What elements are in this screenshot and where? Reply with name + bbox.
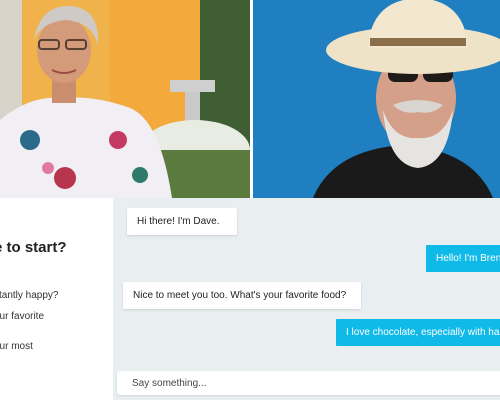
- chat-message-sent: I love chocolate, especially with haze: [336, 319, 500, 346]
- chat-message-sent: Hello! I'm Brend: [426, 245, 500, 272]
- video-feed-right: [253, 0, 500, 198]
- chat-message-received: Hi there! I'm Dave.: [127, 208, 237, 235]
- prompt-item[interactable]: our favorite: [0, 311, 44, 322]
- sidebar-title: e to start?: [0, 239, 67, 256]
- participant-photo-man: [253, 0, 500, 198]
- participant-photo-woman: [0, 0, 250, 198]
- message-composer: [117, 371, 500, 395]
- prompt-item[interactable]: stantly happy?: [0, 290, 59, 301]
- video-feed-left: [0, 0, 250, 198]
- chat-message-received: Nice to meet you too. What's your favori…: [123, 282, 361, 309]
- prompt-item[interactable]: our most: [0, 341, 33, 352]
- message-input[interactable]: [117, 371, 500, 395]
- prompt-sidebar: e to start? stantly happy? our favorite …: [0, 198, 113, 400]
- chat-panel: Hi there! I'm Dave. Hello! I'm Brend Nic…: [113, 198, 500, 400]
